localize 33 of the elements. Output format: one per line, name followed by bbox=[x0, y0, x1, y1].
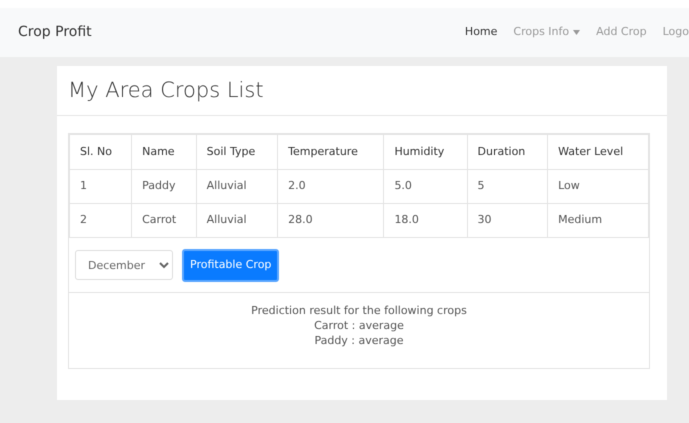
table-cell: 1 bbox=[70, 170, 132, 204]
table-cell: Paddy bbox=[132, 170, 196, 204]
table-cell: 5.0 bbox=[384, 170, 467, 204]
profitable-crop-button[interactable]: Profitable Crop bbox=[182, 248, 280, 282]
nav-link[interactable]: Home bbox=[464, 24, 498, 41]
table-cell: Alluvial bbox=[196, 170, 278, 204]
column-header: Name bbox=[132, 134, 196, 170]
column-header: Soil Type bbox=[196, 134, 278, 170]
table-cell: Carrot bbox=[132, 204, 196, 238]
column-header: Temperature bbox=[278, 134, 384, 170]
column-header: Water Level bbox=[548, 134, 648, 170]
table-cell: 5 bbox=[467, 170, 548, 204]
nav-link[interactable]: Logo bbox=[662, 24, 689, 41]
result-line: Paddy : average bbox=[314, 333, 404, 348]
brand-logo[interactable]: Crop Profit bbox=[18, 22, 92, 43]
table-cell: Low bbox=[548, 170, 648, 204]
table-cell: Alluvial bbox=[196, 204, 278, 238]
month-select[interactable]: December bbox=[75, 250, 173, 280]
column-header: Duration bbox=[467, 134, 548, 170]
table-cell: 30 bbox=[467, 204, 548, 238]
result-line: Carrot : average bbox=[314, 318, 404, 334]
result-heading: Prediction result for the following crops bbox=[251, 303, 467, 318]
dropdown-toggle[interactable]: Crops Info bbox=[513, 24, 580, 41]
table-cell: 18.0 bbox=[384, 204, 467, 238]
table-cell: 2.0 bbox=[278, 170, 384, 204]
card-title: My Area Crops List bbox=[57, 66, 667, 116]
table-cell: Medium bbox=[548, 204, 648, 238]
column-header: Sl. No bbox=[70, 134, 132, 170]
table-cell: 28.0 bbox=[278, 204, 384, 238]
caret-icon bbox=[573, 30, 580, 35]
nav-link[interactable]: Add Crop bbox=[596, 24, 647, 41]
column-header: Humidity bbox=[384, 134, 467, 170]
table-cell: 2 bbox=[70, 204, 132, 238]
